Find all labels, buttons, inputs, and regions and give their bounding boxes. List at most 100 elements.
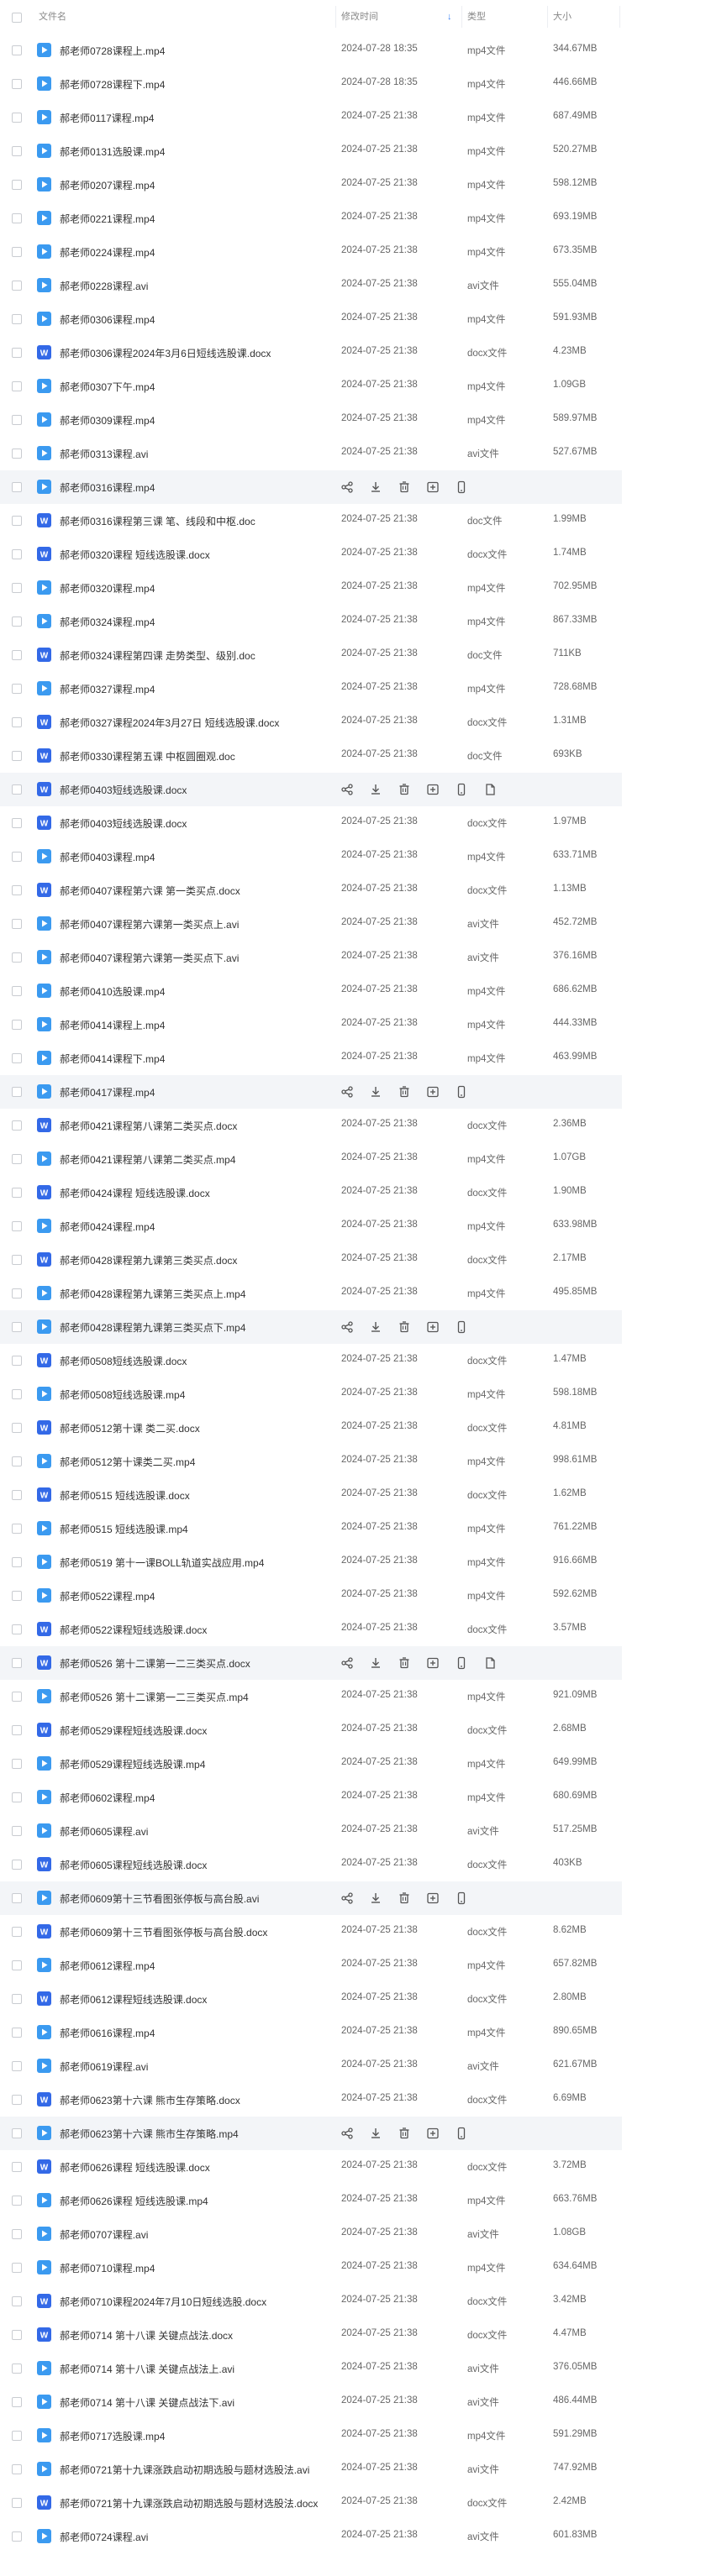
row-checkbox[interactable] [12, 281, 22, 291]
file-name[interactable]: 郝老师0710课程2024年7月10日短线选股.docx [60, 2295, 266, 2309]
file-row[interactable]: 郝老师0403课程.mp4 2024-07-25 21:38 mp4文件 633.71… [0, 840, 622, 874]
file-name[interactable]: 郝老师0306课程2024年3月6日短线选股课.docx [60, 346, 271, 360]
file-row[interactable]: 郝老师0320课程.mp4 2024-07-25 21:38 mp4文件 702.95… [0, 571, 622, 605]
file-name[interactable]: 郝老师0407课程第六课第一类买点上.avi [60, 917, 239, 931]
file-name[interactable]: 郝老师0519 第十一课BOLL轨道实战应用.mp4 [60, 1556, 264, 1570]
mobile-icon[interactable] [454, 1084, 469, 1099]
row-checkbox[interactable] [12, 45, 22, 55]
file-row[interactable]: W 郝老师0407课程第六课 第一类买点.docx 2024-07-25 21:38… [0, 874, 622, 907]
row-checkbox[interactable] [12, 2498, 22, 2508]
row-checkbox[interactable] [12, 1087, 22, 1097]
row-checkbox[interactable] [12, 1792, 22, 1802]
row-checkbox[interactable] [12, 549, 22, 559]
row-checkbox[interactable] [12, 616, 22, 627]
delete-icon[interactable] [397, 1084, 412, 1099]
file-name[interactable]: 郝老师0403课程.mp4 [60, 850, 155, 864]
file-row[interactable]: W 郝老师0721第十九课涨跌启动初期选股与题材选股法.docx 2024-07-2… [0, 2486, 622, 2520]
file-row[interactable]: W 郝老师0605课程短线选股课.docx 2024-07-25 21:38 docx… [0, 1848, 622, 1881]
file-row[interactable]: 郝老师0228课程.avi 2024-07-25 21:38 avi文件 555.04… [0, 269, 622, 302]
file-row[interactable]: W 郝老师0428课程第九课第三类买点.docx 2024-07-25 21:38 d… [0, 1243, 622, 1277]
file-row[interactable]: 郝老师0327课程.mp4 2024-07-25 21:38 mp4文件 728.68… [0, 672, 622, 706]
rename-icon[interactable] [425, 1891, 440, 1906]
file-row[interactable]: 郝老师0616课程.mp4 2024-07-25 21:38 mp4文件 890.65… [0, 2016, 622, 2049]
file-name[interactable]: 郝老师0612课程.mp4 [60, 1959, 155, 1973]
row-checkbox[interactable] [12, 583, 22, 593]
delete-icon[interactable] [397, 1891, 412, 1906]
file-name[interactable]: 郝老师0609第十三节看图张停板与高台股.docx [60, 1925, 267, 1939]
file-name[interactable]: 郝老师0421课程第八课第二类买点.docx [60, 1119, 237, 1133]
row-checkbox[interactable] [12, 1255, 22, 1265]
row-checkbox[interactable] [12, 1624, 22, 1634]
row-checkbox[interactable] [12, 1423, 22, 1433]
file-name[interactable]: 郝老师0717选股课.mp4 [60, 2429, 165, 2443]
delete-icon[interactable] [397, 1319, 412, 1335]
file-name[interactable]: 郝老师0728课程上.mp4 [60, 44, 165, 58]
download-icon[interactable] [368, 782, 383, 797]
file-row[interactable]: W 郝老师0324课程第四课 走势类型、级别.doc 2024-07-25 21:3… [0, 638, 622, 672]
file-row[interactable]: W 郝老师0327课程2024年3月27日 短线选股课.docx 2024-07-2… [0, 706, 622, 739]
row-checkbox[interactable] [12, 247, 22, 257]
file-name[interactable]: 郝老师0714 第十八课 关键点战法上.avi [60, 2362, 234, 2376]
file-name[interactable]: 郝老师0403短线选股课.docx [60, 783, 187, 797]
file-name[interactable]: 郝老师0515 短线选股课.docx [60, 1488, 190, 1503]
file-row[interactable]: W 郝老师0710课程2024年7月10日短线选股.docx 2024-07-25 … [0, 2285, 622, 2318]
file-name[interactable]: 郝老师0728课程下.mp4 [60, 77, 165, 92]
file-row[interactable]: 郝老师0117课程.mp4 2024-07-25 21:38 mp4文件 687.49… [0, 101, 622, 134]
file-name[interactable]: 郝老师0224课程.mp4 [60, 245, 155, 260]
file-row[interactable]: 郝老师0605课程.avi 2024-07-25 21:38 avi文件 517.25… [0, 1814, 622, 1848]
file-row[interactable]: W 郝老师0508短线选股课.docx 2024-07-25 21:38 docx文件… [0, 1344, 622, 1377]
row-checkbox[interactable] [12, 516, 22, 526]
file-name[interactable]: 郝老师0626课程 短线选股课.docx [60, 2160, 210, 2175]
file-row[interactable]: W 郝老师0330课程第五课 中枢圆圈观.doc 2024-07-25 21:38 d… [0, 739, 622, 773]
row-checkbox[interactable] [12, 751, 22, 761]
row-checkbox[interactable] [12, 2464, 22, 2474]
file-row[interactable]: 郝老师0224课程.mp4 2024-07-25 21:38 mp4文件 673.35… [0, 235, 622, 269]
row-checkbox[interactable] [12, 449, 22, 459]
file-name[interactable]: 郝老师0421课程第八课第二类买点.mp4 [60, 1152, 235, 1167]
file-name[interactable]: 郝老师0131选股课.mp4 [60, 144, 165, 159]
download-icon[interactable] [368, 1655, 383, 1671]
file-row[interactable]: 郝老师0324课程.mp4 2024-07-25 21:38 mp4文件 867.33… [0, 605, 622, 638]
delete-icon[interactable] [397, 480, 412, 495]
row-checkbox[interactable] [12, 1188, 22, 1198]
file-name[interactable]: 郝老师0117课程.mp4 [60, 111, 154, 125]
row-checkbox[interactable] [12, 2196, 22, 2206]
mobile-icon[interactable] [454, 2126, 469, 2141]
mobile-icon[interactable] [454, 1319, 469, 1335]
file-name[interactable]: 郝老师0324课程第四课 走势类型、级别.doc [60, 648, 256, 663]
file-row[interactable]: 郝老师0717选股课.mp4 2024-07-25 21:38 mp4文件 591.2… [0, 2419, 622, 2453]
file-row[interactable]: W 郝老师0526 第十二课第一二三类买点.docx [0, 1646, 622, 1680]
file-row[interactable]: 郝老师0529课程短线选股课.mp4 2024-07-25 21:38 mp4文件 6… [0, 1747, 622, 1781]
share-icon[interactable] [340, 1891, 355, 1906]
file-name[interactable]: 郝老师0526 第十二课第一二三类买点.mp4 [60, 1690, 249, 1704]
file-name[interactable]: 郝老师0710课程.mp4 [60, 2261, 155, 2275]
row-checkbox[interactable] [12, 2095, 22, 2105]
file-name[interactable]: 郝老师0609第十三节看图张停板与高台股.avi [60, 1891, 259, 1906]
row-checkbox[interactable] [12, 2061, 22, 2071]
delete-icon[interactable] [397, 2126, 412, 2141]
row-checkbox[interactable] [12, 2128, 22, 2138]
file-name[interactable]: 郝老师0306课程.mp4 [60, 312, 155, 327]
file-name[interactable]: 郝老师0307下午.mp4 [60, 380, 155, 394]
file-name[interactable]: 郝老师0529课程短线选股课.docx [60, 1723, 207, 1738]
row-checkbox[interactable] [12, 1725, 22, 1735]
file-row[interactable]: 郝老师0410选股课.mp4 2024-07-25 21:38 mp4文件 686.6… [0, 974, 622, 1008]
file-name[interactable]: 郝老师0414课程下.mp4 [60, 1052, 165, 1066]
share-icon[interactable] [340, 1319, 355, 1335]
row-checkbox[interactable] [12, 852, 22, 862]
file-name[interactable]: 郝老师0612课程短线选股课.docx [60, 1992, 207, 2007]
file-name[interactable]: 郝老师0424课程 短线选股课.docx [60, 1186, 210, 1200]
download-icon[interactable] [368, 1084, 383, 1099]
file-name[interactable]: 郝老师0414课程上.mp4 [60, 1018, 165, 1032]
copy-icon[interactable] [482, 1655, 498, 1671]
file-name[interactable]: 郝老师0508短线选股课.docx [60, 1354, 187, 1368]
row-checkbox[interactable] [12, 2296, 22, 2306]
file-row[interactable]: W 郝老师0623第十六课 熊市生存策略.docx 2024-07-25 21:38… [0, 2083, 622, 2117]
mobile-icon[interactable] [454, 1891, 469, 1906]
rename-icon[interactable] [425, 782, 440, 797]
column-header-size[interactable]: 大小 [548, 6, 620, 28]
select-all-checkbox[interactable] [12, 13, 22, 23]
file-row[interactable]: 郝老师0316课程.mp4 [0, 470, 622, 504]
file-name[interactable]: 郝老师0428课程第九课第三类买点上.mp4 [60, 1287, 245, 1301]
file-name[interactable]: 郝老师0417课程.mp4 [60, 1085, 155, 1099]
